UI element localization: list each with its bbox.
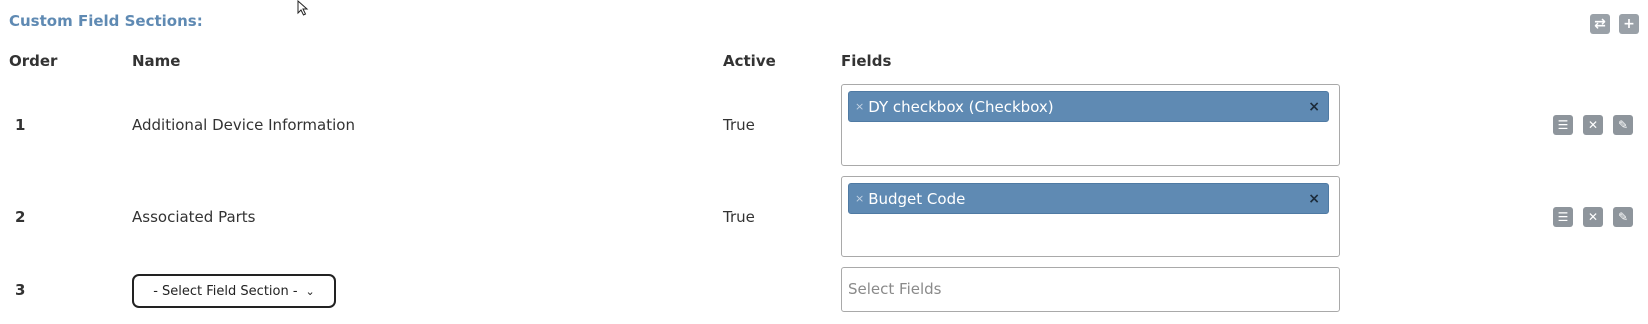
- reorder-button[interactable]: ☰: [1553, 115, 1573, 135]
- fields-placeholder: Select Fields: [848, 280, 942, 298]
- tag-remove-icon[interactable]: ×: [855, 100, 864, 113]
- column-header-order: Order: [9, 52, 58, 70]
- column-header-active: Active: [723, 52, 776, 70]
- row-order: 1: [15, 116, 26, 134]
- list-icon: ☰: [1557, 210, 1569, 224]
- close-icon: ✕: [1587, 210, 1599, 224]
- swap-button[interactable]: ⇄: [1590, 14, 1610, 34]
- reorder-button[interactable]: ☰: [1553, 207, 1573, 227]
- row-name: Additional Device Information: [132, 116, 355, 134]
- section-title: Custom Field Sections:: [9, 12, 203, 30]
- pencil-icon: ✎: [1617, 210, 1629, 224]
- row-active: True: [723, 116, 755, 134]
- edit-button[interactable]: ✎: [1613, 115, 1633, 135]
- delete-button[interactable]: ✕: [1583, 207, 1603, 227]
- fields-multiselect[interactable]: × Budget Code ×: [841, 176, 1340, 257]
- pencil-icon: ✎: [1617, 118, 1629, 132]
- column-header-name: Name: [132, 52, 181, 70]
- swap-icon: ⇄: [1594, 16, 1606, 32]
- field-tag-label: Budget Code: [868, 189, 966, 208]
- add-section-button[interactable]: +: [1619, 14, 1639, 34]
- list-icon: ☰: [1557, 118, 1569, 132]
- field-tag: × Budget Code ×: [848, 183, 1329, 214]
- column-header-fields: Fields: [841, 52, 892, 70]
- fields-multiselect[interactable]: × DY checkbox (Checkbox) ×: [841, 84, 1340, 166]
- clear-all-icon[interactable]: ×: [1308, 191, 1320, 207]
- clear-all-icon[interactable]: ×: [1308, 99, 1320, 115]
- field-tag: × DY checkbox (Checkbox) ×: [848, 91, 1329, 122]
- field-section-select[interactable]: - Select Field Section - ⌄: [132, 274, 336, 308]
- row-order: 3: [15, 281, 26, 299]
- row-name: Associated Parts: [132, 208, 256, 226]
- row-order: 2: [15, 208, 26, 226]
- select-value: - Select Field Section -: [153, 283, 298, 299]
- mouse-cursor-icon: [297, 0, 309, 16]
- plus-icon: +: [1623, 16, 1635, 32]
- delete-button[interactable]: ✕: [1583, 115, 1603, 135]
- chevron-down-icon: ⌄: [305, 284, 315, 298]
- fields-input[interactable]: Select Fields: [841, 267, 1340, 312]
- tag-remove-icon[interactable]: ×: [855, 192, 864, 205]
- field-tag-label: DY checkbox (Checkbox): [868, 97, 1054, 116]
- row-active: True: [723, 208, 755, 226]
- edit-button[interactable]: ✎: [1613, 207, 1633, 227]
- close-icon: ✕: [1587, 118, 1599, 132]
